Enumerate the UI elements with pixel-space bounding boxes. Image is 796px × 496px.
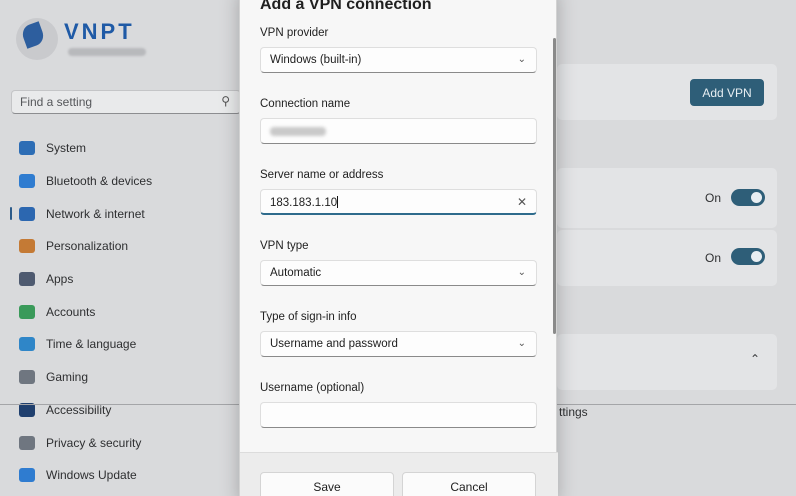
system-icon	[19, 141, 35, 156]
vpn-provider-label: VPN provider	[260, 27, 329, 39]
vnpt-logo: VNPT	[16, 18, 146, 60]
username-label: Username (optional)	[260, 382, 365, 394]
chevron-down-icon: ⌄	[517, 267, 526, 278]
search-placeholder: Find a setting	[20, 95, 93, 109]
search-input[interactable]: Find a setting ⚲	[11, 90, 241, 114]
shield-icon	[19, 435, 35, 450]
vnpt-logo-icon	[16, 18, 58, 60]
sidebar-item[interactable]: Personalization	[0, 230, 240, 263]
toggle-2-state: On	[705, 251, 722, 265]
sidebar-item-label: Apps	[46, 272, 74, 287]
settings-link-fragment[interactable]: ttings	[559, 405, 588, 419]
brush-icon	[19, 239, 35, 254]
chevron-down-icon: ⌄	[517, 54, 526, 65]
cancel-button[interactable]: Cancel	[402, 472, 536, 496]
blurred-account-name	[68, 48, 146, 56]
sidebar-item[interactable]: Apps	[0, 263, 240, 296]
chevron-up-icon[interactable]: ⌃	[750, 352, 760, 366]
controller-icon	[19, 370, 35, 385]
sidebar-item[interactable]: Accessibility	[0, 394, 240, 427]
sidebar-item[interactable]: Time & language	[0, 328, 240, 361]
dialog-scrollbar[interactable]	[553, 38, 556, 334]
vpn-type-select[interactable]: Automatic ⌄	[260, 260, 537, 286]
sidebar-item[interactable]: Network & internet	[0, 197, 240, 230]
sidebar-item[interactable]: Accounts	[0, 295, 240, 328]
add-vpn-button[interactable]: Add VPN	[690, 79, 764, 106]
globe-clock-icon	[19, 337, 35, 352]
chevron-down-icon: ⌄	[517, 338, 526, 349]
sidebar-item[interactable]: Bluetooth & devices	[0, 165, 240, 198]
clear-icon[interactable]: ✕	[517, 195, 527, 209]
toggle-2[interactable]	[731, 248, 765, 265]
search-icon: ⚲	[221, 94, 230, 108]
sidebar-item-label: Time & language	[46, 337, 137, 352]
text-caret	[337, 196, 339, 208]
sidebar-item-label: Accounts	[46, 304, 96, 319]
vpn-type-value: Automatic	[270, 267, 322, 279]
person-icon	[19, 304, 35, 319]
related-settings-card	[557, 334, 777, 390]
apps-icon	[19, 272, 35, 287]
signin-type-select[interactable]: Username and password ⌄	[260, 331, 537, 357]
connection-name-input[interactable]	[260, 118, 537, 144]
blurred-connection-name	[270, 127, 326, 136]
sidebar-item-label: Privacy & security	[46, 435, 142, 450]
connection-name-label: Connection name	[260, 98, 351, 110]
sidebar-item-label: Bluetooth & devices	[46, 174, 153, 189]
sidebar-nav: System Bluetooth & devices Network & inter…	[0, 132, 240, 492]
server-input[interactable]: 183.183.1.10 ✕	[260, 189, 537, 215]
sidebar-item[interactable]: System	[0, 132, 240, 165]
server-label: Server name or address	[260, 169, 384, 181]
signin-type-value: Username and password	[270, 338, 398, 350]
add-vpn-dialog: Add a VPN connection VPN provider Window…	[239, 0, 558, 496]
server-value: 183.183.1.10	[270, 197, 338, 209]
sidebar-item-label: Windows Update	[46, 468, 137, 483]
sidebar-item-label: Personalization	[46, 239, 129, 254]
bluetooth-icon	[19, 174, 35, 189]
sidebar-item-label: Gaming	[46, 370, 89, 385]
username-input[interactable]	[260, 402, 537, 428]
vpn-provider-select[interactable]: Windows (built-in) ⌄	[260, 47, 537, 73]
signin-type-label: Type of sign-in info	[260, 311, 357, 323]
dialog-title: Add a VPN connection	[260, 0, 432, 13]
save-button[interactable]: Save	[260, 472, 394, 496]
toggle-1-state: On	[705, 191, 722, 205]
vnpt-brand-text: VNPT	[64, 19, 135, 44]
sidebar-item-label: Network & internet	[46, 206, 145, 221]
sidebar-item[interactable]: Windows Update	[0, 459, 240, 492]
sidebar-item[interactable]: Privacy & security	[0, 426, 240, 459]
toggle-1[interactable]	[731, 189, 765, 206]
sidebar-item[interactable]: Gaming	[0, 361, 240, 394]
vpn-provider-value: Windows (built-in)	[270, 54, 362, 66]
wifi-icon	[19, 206, 35, 221]
update-icon	[19, 468, 35, 483]
vpn-type-label: VPN type	[260, 240, 309, 252]
sidebar-item-label: System	[46, 141, 87, 156]
